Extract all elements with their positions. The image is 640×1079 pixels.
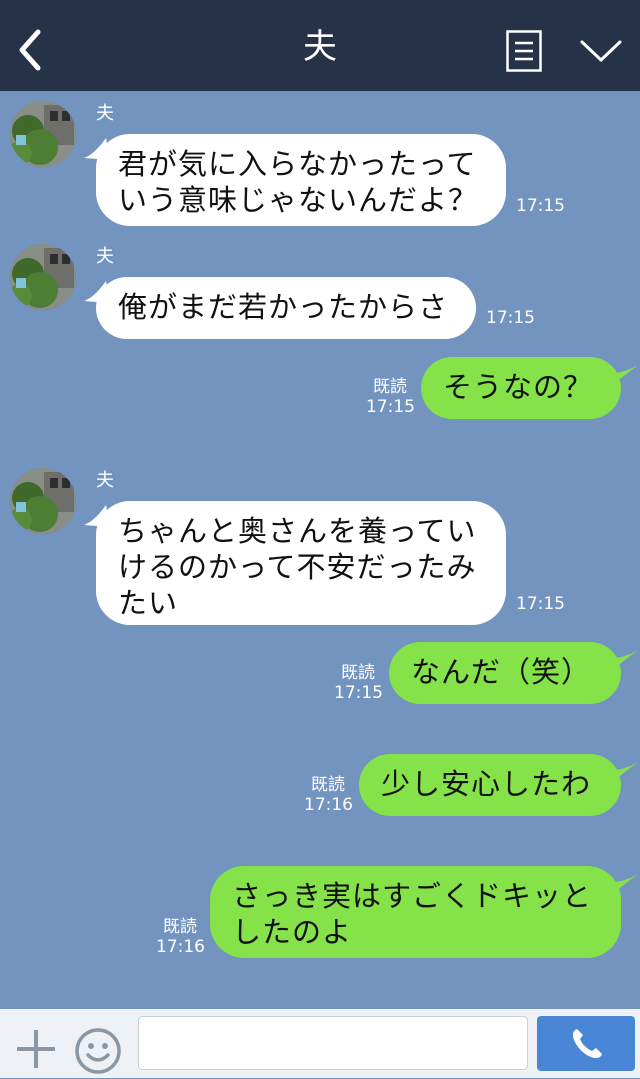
emoji-icon bbox=[75, 1028, 121, 1074]
message-time: 17:15 bbox=[516, 196, 565, 216]
message-bubble[interactable]: 君が気に入らなかったって いう意味じゃないんだよ？ bbox=[96, 134, 506, 226]
message-time: 17:15 bbox=[334, 683, 383, 703]
message-time: 17:16 bbox=[156, 937, 205, 957]
message-bubble[interactable]: さっき実はすごくドキッと したのよ bbox=[210, 866, 621, 958]
sender-name: 夫 bbox=[96, 103, 114, 124]
message-text-line: たい bbox=[118, 586, 179, 620]
message-bubble[interactable]: なんだ（笑） bbox=[389, 642, 621, 704]
menu-button[interactable] bbox=[506, 30, 542, 72]
message-text-line: いう意味じゃないんだよ？ bbox=[118, 183, 479, 217]
bubble-tail bbox=[612, 762, 638, 782]
message-text-line: けるのかって不安だったみ bbox=[118, 550, 477, 584]
chat-header: 夫 bbox=[0, 0, 640, 91]
emoji-button[interactable] bbox=[74, 1027, 122, 1075]
message-time: 17:15 bbox=[516, 594, 565, 614]
message-text-line: そうなの？ bbox=[443, 370, 594, 404]
call-button[interactable] bbox=[537, 1016, 635, 1071]
message-time: 17:16 bbox=[304, 795, 353, 815]
read-label: 既読 bbox=[311, 775, 345, 795]
collapse-button[interactable] bbox=[578, 36, 624, 66]
bubble-tail bbox=[612, 365, 638, 385]
read-label: 既読 bbox=[341, 663, 375, 683]
message-bubble[interactable]: 俺がまだ若かったからさ bbox=[96, 277, 476, 339]
read-receipt: 既読 17:16 bbox=[156, 917, 205, 957]
avatar[interactable] bbox=[10, 244, 76, 310]
read-label: 既読 bbox=[373, 377, 407, 397]
message-bubble[interactable]: ちゃんと奥さんを養ってい けるのかって不安だったみ たい bbox=[96, 501, 506, 625]
message-time: 17:15 bbox=[486, 308, 535, 328]
message-text-line: 俺がまだ若かったからさ bbox=[118, 290, 449, 324]
message-text-line: 君が気に入らなかったって bbox=[118, 147, 477, 181]
chat-area[interactable]: 夫 君が気に入らなかったって いう意味じゃないんだよ？ 17:15 夫 俺がまだ… bbox=[0, 91, 640, 1009]
chevron-down-icon bbox=[580, 40, 622, 62]
bubble-tail bbox=[612, 650, 638, 670]
message-time: 17:15 bbox=[366, 397, 415, 417]
sender-name: 夫 bbox=[96, 246, 114, 267]
message-text-line: なんだ（笑） bbox=[411, 655, 592, 689]
list-menu-icon bbox=[506, 30, 542, 72]
message-input[interactable] bbox=[138, 1016, 528, 1070]
input-bar bbox=[0, 1009, 640, 1078]
read-label: 既読 bbox=[163, 917, 197, 937]
bubble-tail bbox=[612, 874, 638, 894]
message-text-line: 少し安心したわ bbox=[381, 767, 592, 801]
message-bubble[interactable]: そうなの？ bbox=[421, 357, 621, 419]
read-receipt: 既読 17:16 bbox=[304, 775, 353, 815]
read-receipt: 既読 17:15 bbox=[334, 663, 383, 703]
message-text-line: ちゃんと奥さんを養ってい bbox=[118, 514, 477, 548]
attach-button[interactable] bbox=[14, 1027, 58, 1071]
chat-title: 夫 bbox=[303, 27, 337, 67]
message-text-line: さっき実はすごくドキッと bbox=[232, 879, 593, 913]
plus-icon bbox=[17, 1030, 55, 1068]
avatar[interactable] bbox=[10, 468, 76, 534]
message-text-line: したのよ bbox=[232, 915, 353, 949]
avatar[interactable] bbox=[10, 101, 76, 167]
message-bubble[interactable]: 少し安心したわ bbox=[359, 754, 621, 816]
read-receipt: 既読 17:15 bbox=[366, 377, 415, 417]
phone-icon bbox=[572, 1029, 602, 1059]
sender-name: 夫 bbox=[96, 470, 114, 491]
